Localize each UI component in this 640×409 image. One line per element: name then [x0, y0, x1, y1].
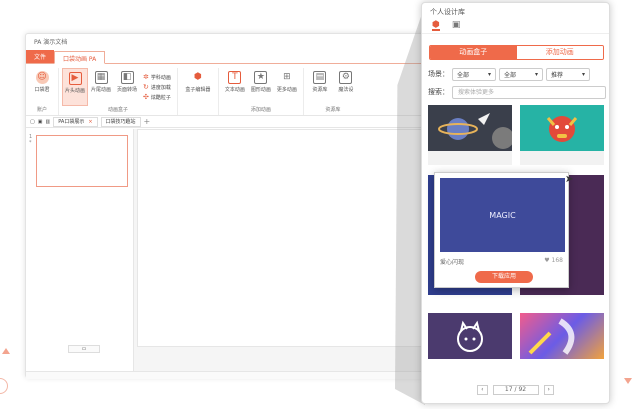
colorful-thumbnail [520, 313, 604, 359]
sparkle-icon: ✣ [143, 93, 149, 101]
star-icon: ✲ [143, 73, 149, 81]
box-view-icon[interactable]: ⬢ [432, 20, 440, 31]
slide-canvas[interactable] [137, 129, 429, 347]
slide-panel: 1 * ▭ [26, 129, 134, 379]
like-count: ♥ 168 [544, 257, 563, 264]
filter-label: 场景： [428, 70, 449, 78]
animation-preview-popup: MAGIC 爱心闪现 ♥ 168 下载应用 [434, 172, 569, 288]
open-doc-icon[interactable]: ▣ [38, 119, 43, 125]
new-doc-icon[interactable]: ▢ [30, 119, 35, 125]
library-title: 个人设计库 [430, 8, 465, 16]
save-doc-icon[interactable]: ▥ [45, 119, 50, 125]
animation-card[interactable] [520, 313, 604, 359]
intro-animation-button[interactable]: ▶ 片头动画 [62, 68, 88, 106]
outro-animation-button[interactable]: ▦ 片尾动画 [88, 68, 114, 106]
page-transition-button[interactable]: ◧ 页面转场 [114, 68, 140, 106]
search-row: 搜索： 搜索体验更多 [428, 85, 606, 99]
cat-thumbnail [428, 313, 512, 359]
download-apply-button[interactable]: 下载应用 [475, 271, 533, 283]
panel-minimize-bar[interactable]: ▭ [68, 345, 100, 353]
group-label-account: 账户 [36, 107, 47, 113]
prev-page-button[interactable]: ‹ [477, 385, 488, 395]
small-button-list: ✲ 学科动画 ↻ 进度加载 ✣ 炫酷粒子 [140, 68, 174, 106]
doc-tab-active[interactable]: PA口袋展示 × [53, 116, 98, 127]
preview-title: 爱心闪现 [440, 259, 465, 266]
cube-icon: ⬢ [193, 72, 202, 82]
transition-icon: ◧ [120, 71, 134, 84]
animation-card[interactable] [428, 313, 512, 359]
slide-thumbnail[interactable] [36, 135, 128, 187]
group-label-animation-box: 动画盒子 [107, 107, 128, 113]
canvas-area [134, 129, 429, 379]
scene-dropdown[interactable]: 全部 ▾ [452, 67, 496, 81]
document-tab-bar: ▢ ▣ ▥ PA口袋展示 × 口袋技巧趣站 + [26, 116, 429, 128]
slide-number: 1 * [29, 134, 33, 146]
segment-animation-box[interactable]: 动画盒子 [430, 46, 517, 59]
decor-triangle-left [2, 348, 10, 354]
shape-animation-button[interactable]: ★ 图形动画 [248, 68, 274, 106]
caret-down-icon: ▾ [487, 70, 491, 78]
preview-thumbnail: MAGIC [440, 178, 565, 252]
ribbon: ☺ 口袋君 账户 ▶ 片头动画 ▦ 片尾动画 ◧ 页面转场 ✲ 学科动画 ↻ 进… [26, 64, 429, 116]
group-label-add-animation: 添加动画 [250, 107, 271, 113]
animation-card[interactable] [520, 105, 604, 165]
presentation-window: PA 演示文档 文件 口袋动画 PA ☺ 口袋君 账户 ▶ 片头动画 ▦ 片尾动… [25, 33, 430, 379]
doc-tab-second[interactable]: 口袋技巧趣站 [100, 116, 141, 127]
close-icon[interactable]: × [88, 119, 92, 125]
status-bar [26, 371, 429, 379]
group-label-editor [181, 106, 215, 114]
next-page-button[interactable]: › [543, 385, 554, 395]
shape-animation-icon: ★ [254, 71, 268, 84]
progress-loading-button[interactable]: ↻ 进度加载 [143, 83, 171, 91]
avatar-icon: ☺ [35, 71, 49, 84]
search-input[interactable]: 搜索体验更多 [452, 85, 606, 99]
filter-row: 场景： 全部 ▾ 全部 ▾ 推荐 ▾ [428, 67, 606, 81]
sort-dropdown[interactable]: 推荐 ▾ [546, 67, 590, 81]
ribbon-group-resources: ▤ 资源库 ⚙ 魔法设 资源库 [304, 68, 362, 115]
bull-thumbnail [520, 105, 604, 151]
category-dropdown[interactable]: 全部 ▾ [499, 67, 543, 81]
grid-icon: ⊞ [283, 72, 291, 82]
subject-animation-button[interactable]: ✲ 学科动画 [143, 73, 171, 81]
decor-circle-left [0, 378, 8, 394]
window-title: PA 演示文档 [34, 39, 68, 46]
refresh-icon: ↻ [143, 83, 149, 91]
segment-add-animation[interactable]: 添加动画 [516, 46, 603, 59]
particle-button[interactable]: ✣ 炫酷粒子 [143, 93, 171, 101]
film-icon: ▶ [68, 72, 82, 85]
magic-settings-button[interactable]: ⚙ 魔法设 [333, 68, 359, 106]
mouse-cursor-icon: ➤ [565, 174, 574, 185]
image-view-icon[interactable]: ▣ [452, 20, 461, 31]
text-animation-button[interactable]: T 文本动画 [222, 68, 248, 106]
library-segment-control: 动画盒子 添加动画 [429, 45, 604, 60]
rocket-thumbnail [428, 105, 512, 151]
box-editor-button[interactable]: ⬢ 盒子编辑器 [181, 68, 215, 106]
heart-icon: ♥ [544, 257, 550, 264]
tab-pocket-animation[interactable]: 口袋动画 PA [54, 51, 106, 64]
ribbon-group-editor: ⬢ 盒子编辑器 [178, 68, 219, 115]
decor-triangle-right [624, 378, 632, 384]
ribbon-group-animation-box: ▶ 片头动画 ▦ 片尾动画 ◧ 页面转场 ✲ 学科动画 ↻ 进度加载 ✣ 炫酷粒子 动… [59, 68, 178, 115]
ribbon-tabs: 文件 口袋动画 PA [26, 50, 429, 64]
group-label-resources: 资源库 [325, 107, 341, 113]
ribbon-group-add-animation: T 文本动画 ★ 图形动画 ⊞ 更多动画 添加动画 [219, 68, 304, 115]
magic-icon: ⚙ [339, 71, 353, 84]
library-icon: ▤ [313, 71, 327, 84]
pocket-account-button[interactable]: ☺ 口袋君 [29, 68, 55, 106]
caret-down-icon: ▾ [534, 70, 538, 78]
tab-file[interactable]: 文件 [26, 50, 55, 63]
caret-down-icon: ▾ [581, 70, 585, 78]
more-animation-button[interactable]: ⊞ 更多动画 [274, 68, 300, 106]
page-indicator[interactable]: 17 / 92 [492, 385, 539, 395]
add-tab-icon[interactable]: + [144, 117, 151, 126]
library-view-switch: ⬢ ▣ [422, 18, 609, 34]
work-area: 1 * ▭ [26, 129, 429, 379]
clapper-icon: ▦ [94, 71, 108, 84]
text-animation-icon: T [228, 71, 242, 84]
pagination: ‹ 17 / 92 › [422, 385, 609, 395]
ribbon-group-account: ☺ 口袋君 账户 [26, 68, 59, 115]
animation-card[interactable] [428, 105, 512, 165]
resource-library-button[interactable]: ▤ 资源库 [307, 68, 333, 106]
search-label: 搜索： [428, 88, 449, 96]
